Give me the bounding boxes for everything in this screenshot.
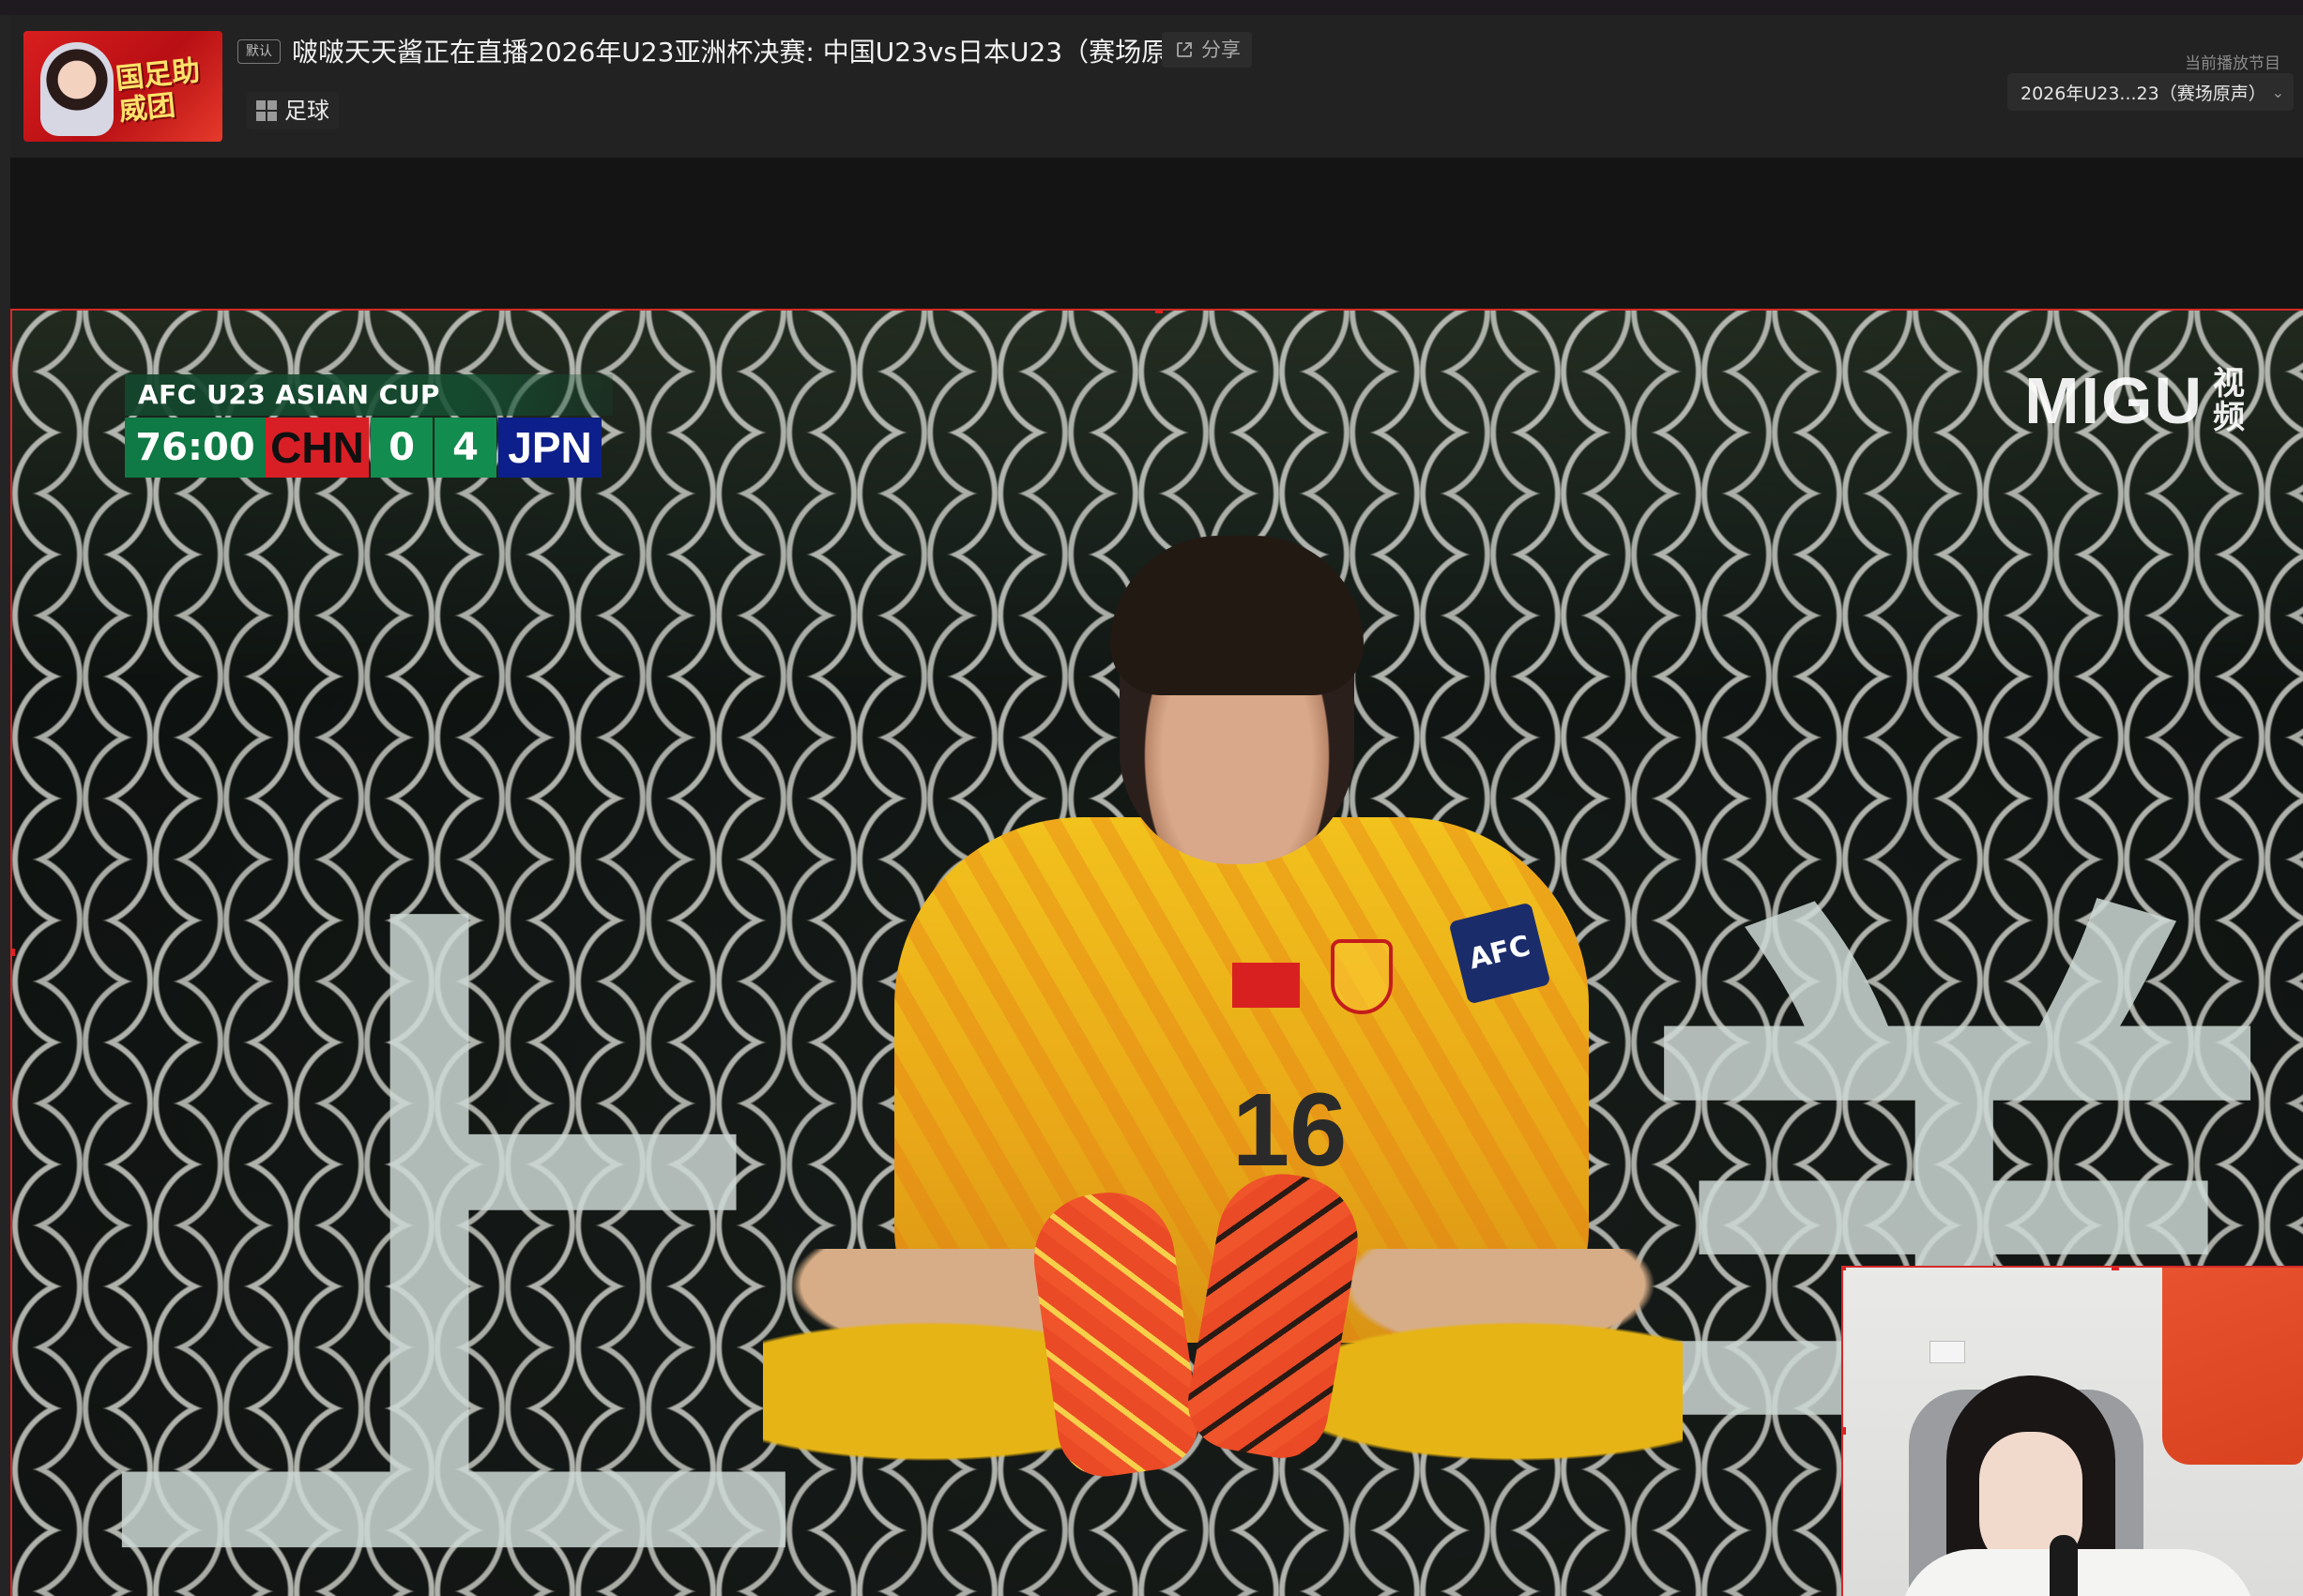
program-selected-value: 2026年U23...23（赛场原声） (2021, 83, 2266, 104)
avatar-logo-text: 国足助威团 (114, 54, 202, 129)
program-select[interactable]: 2026年U23...23（赛场原声） ⌄ (2007, 73, 2294, 111)
streamer-body (1899, 1549, 2256, 1596)
default-badge: 默认 (237, 39, 281, 64)
category-tag[interactable]: 足球 (247, 92, 339, 129)
streamer-avatar[interactable]: 国足助威团 (23, 31, 222, 142)
resize-handle-left[interactable] (12, 949, 15, 956)
goalkeeper: AFC 16 (763, 536, 1683, 1596)
away-team: JPN (498, 418, 602, 478)
broadcaster-logo: MIGU 视频 (2024, 363, 2250, 438)
stream-header: 国足助威团 默认 啵啵天天酱正在直播2026年U23亚洲杯决赛: 中国U23vs… (10, 15, 2303, 158)
home-team: CHN (266, 418, 369, 478)
jersey-number: 16 (1232, 1072, 1348, 1188)
away-score: 4 (435, 418, 496, 478)
share-button[interactable]: 分享 (1162, 32, 1252, 68)
live-stream-app: 国足助威团 默认 啵啵天天酱正在直播2026年U23亚洲杯决赛: 中国U23vs… (0, 0, 2303, 1596)
wall-switch (1929, 1341, 1965, 1363)
team-crest (1331, 939, 1393, 1014)
hanging-jersey (2162, 1268, 2303, 1465)
home-score: 0 (371, 418, 433, 478)
migu-tag: 视频 (2213, 365, 2245, 436)
flag-badge (1232, 963, 1300, 1008)
chevron-down-icon: ⌄ (2271, 83, 2284, 101)
program-label: 当前播放节目 (2185, 54, 2280, 73)
competition-name: AFC U23 ASIAN CUP (125, 374, 613, 416)
scoreboard: AFC U23 ASIAN CUP 76:00 CHN 0 4 JPN (125, 374, 613, 478)
share-label: 分享 (1201, 38, 1241, 61)
webcam-resize-handle-left[interactable] (1843, 1427, 1846, 1435)
score-row: 76:00 CHN 0 4 JPN (125, 418, 602, 478)
migu-wordmark: MIGU (2024, 364, 2204, 437)
window-top-strip (0, 0, 2303, 15)
resize-handle-top[interactable] (1155, 311, 1163, 313)
webcam-resize-handle-top[interactable] (2112, 1268, 2119, 1270)
streamer-webcam[interactable] (1841, 1266, 2303, 1596)
microphone (2050, 1535, 2078, 1596)
webcam-resize-handle-corner[interactable] (1843, 1268, 1846, 1270)
category-label: 足球 (284, 98, 329, 124)
avatar-portrait (40, 42, 114, 136)
match-clock: 76:00 (125, 418, 266, 478)
stream-title: 啵啵天天酱正在直播2026年U23亚洲杯决赛: 中国U23vs日本U23（赛场原… (292, 37, 1221, 68)
left-edge (0, 15, 10, 1596)
goalkeeper-hair (1110, 536, 1364, 695)
grid-icon (256, 100, 277, 121)
share-icon (1177, 42, 1192, 57)
